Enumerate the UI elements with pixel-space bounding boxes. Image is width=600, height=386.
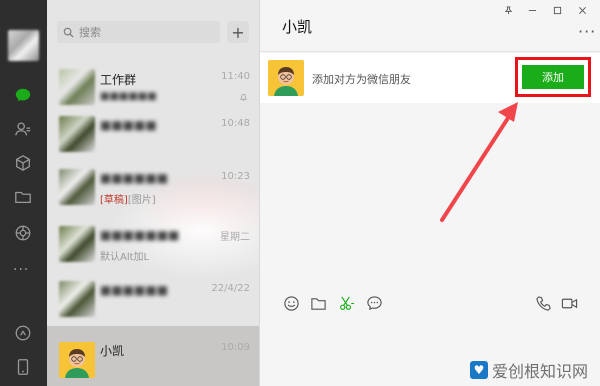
search-input[interactable] bbox=[79, 25, 209, 39]
chat-header: 小凯 ··· bbox=[260, 0, 600, 52]
maximize-icon[interactable] bbox=[549, 3, 565, 17]
pin-icon[interactable] bbox=[500, 3, 516, 17]
chat-time: 10:09 bbox=[221, 342, 250, 353]
more-icon[interactable]: ··· bbox=[13, 262, 35, 278]
watermark-text: 爱创根知识网 bbox=[492, 362, 589, 381]
chat-time: 10:48 bbox=[221, 118, 250, 129]
phone-icon[interactable] bbox=[12, 356, 34, 378]
emoji-icon[interactable] bbox=[282, 294, 300, 312]
add-friend-button[interactable]: 添加 bbox=[522, 65, 584, 89]
user-avatar[interactable] bbox=[8, 30, 39, 61]
more-options-icon[interactable]: ··· bbox=[578, 22, 596, 41]
video-call-icon[interactable] bbox=[560, 294, 578, 312]
mini-program-icon[interactable] bbox=[12, 322, 34, 344]
add-friend-banner: 添加对方为微信朋友 添加 bbox=[260, 53, 600, 103]
add-button[interactable]: + bbox=[227, 21, 249, 43]
chat-history-icon[interactable] bbox=[365, 294, 383, 312]
chat-item-active[interactable]: 小凯 10:09 bbox=[47, 326, 259, 386]
chat-preview: 默认Alt加L bbox=[100, 252, 150, 263]
minimize-icon[interactable] bbox=[524, 3, 540, 17]
folder-icon[interactable] bbox=[12, 186, 34, 208]
chat-name: 工作群 bbox=[100, 73, 137, 87]
contact-avatar bbox=[59, 342, 95, 378]
chat-preview: [草稿][图片] bbox=[100, 195, 156, 206]
chat-item[interactable]: ■■■■■■ 22/4/22 bbox=[47, 265, 259, 331]
collections-icon[interactable] bbox=[12, 152, 34, 174]
group-avatar bbox=[59, 281, 95, 317]
voice-call-icon[interactable] bbox=[534, 294, 552, 312]
search-icon bbox=[63, 27, 74, 38]
chat-time: 10:23 bbox=[221, 171, 250, 182]
chat-time: 星期二 bbox=[220, 232, 250, 243]
chat-name: ■■■■■ bbox=[100, 118, 157, 132]
watermark: ♥ 爱创根知识网 bbox=[470, 358, 588, 382]
contacts-icon[interactable] bbox=[12, 118, 34, 140]
chat-list: + 工作群 11:40 ■■■■■■ ■■■■■ 10:48 ■■■■■■ 10… bbox=[47, 0, 260, 386]
message-toolbar bbox=[260, 288, 600, 318]
moments-icon[interactable] bbox=[12, 222, 34, 244]
chat-window: 小凯 ··· 添加对方为微信朋友 添加 bbox=[260, 0, 600, 386]
add-friend-prompt: 添加对方为微信朋友 bbox=[312, 73, 411, 86]
watermark-logo-icon: ♥ bbox=[470, 361, 488, 379]
chat-name: 小凯 bbox=[100, 344, 125, 358]
chat-icon[interactable] bbox=[12, 84, 34, 106]
search-box[interactable] bbox=[57, 21, 220, 43]
chat-time: 22/4/22 bbox=[211, 283, 250, 294]
group-avatar bbox=[59, 169, 95, 205]
close-icon[interactable] bbox=[574, 3, 590, 17]
chat-name: ■■■■■■ bbox=[100, 171, 169, 185]
chat-title: 小凯 bbox=[282, 18, 313, 36]
chat-name: ■■■■■■ bbox=[100, 283, 169, 297]
contact-avatar bbox=[268, 60, 304, 96]
group-avatar bbox=[59, 226, 95, 262]
navigation-rail: ··· bbox=[0, 0, 47, 386]
file-icon[interactable] bbox=[309, 294, 327, 312]
chat-name: ■■■■■■■ bbox=[100, 228, 180, 242]
group-avatar bbox=[59, 116, 95, 152]
screenshot-icon[interactable] bbox=[337, 294, 355, 312]
chat-time: 11:40 bbox=[221, 71, 250, 82]
